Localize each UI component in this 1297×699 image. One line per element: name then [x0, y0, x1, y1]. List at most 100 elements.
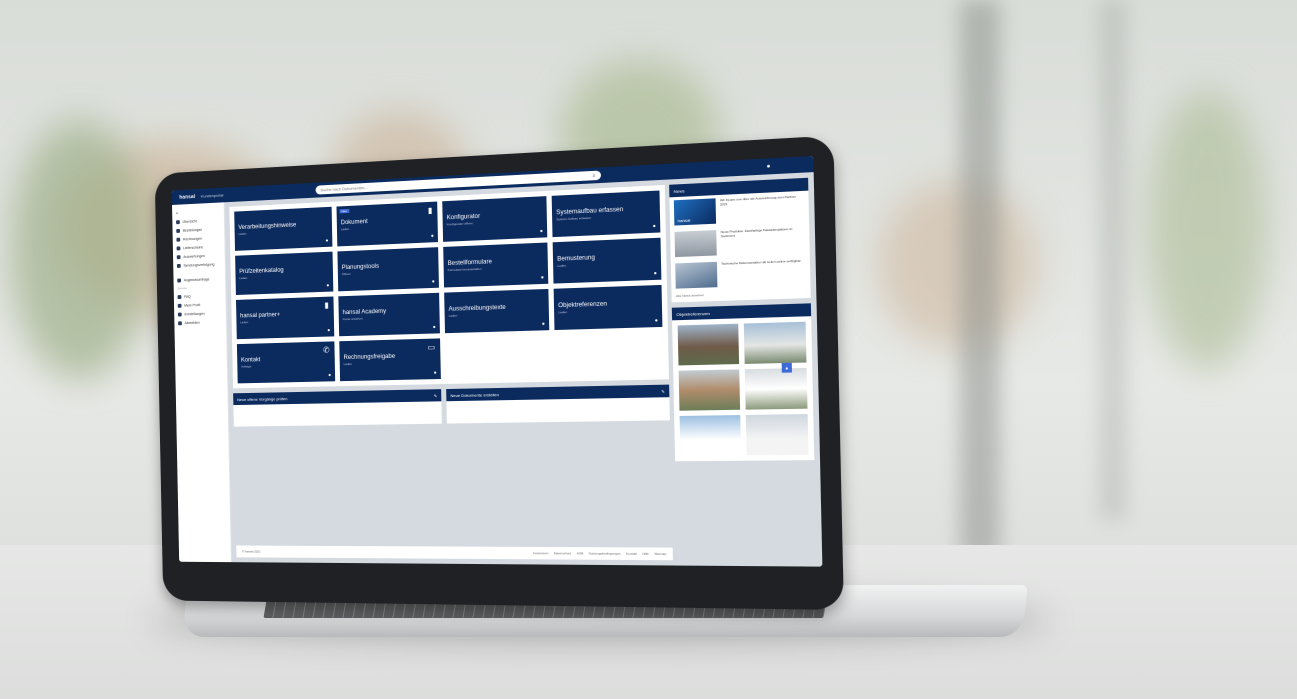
- tile-placeholder: [555, 332, 664, 376]
- cart-icon: [176, 228, 181, 233]
- download-icon: ●: [327, 327, 331, 334]
- download-icon: ●: [652, 223, 656, 230]
- download-icon: ●: [539, 228, 544, 235]
- news-image: [673, 198, 717, 226]
- tile[interactable]: ✆ Kontakt Anfrage ●: [236, 341, 336, 384]
- bg-plant: [10, 120, 150, 380]
- footer-link[interactable]: Impressum: [533, 551, 549, 555]
- sidebar-item-label: Abmelden: [184, 320, 200, 325]
- download-icon: ●: [654, 317, 659, 325]
- logout-icon: [178, 320, 182, 325]
- new-badge: Neu: [339, 208, 349, 214]
- references-panel: Objektreferenzen: [671, 303, 815, 462]
- tile[interactable]: ▭ Rechnungsfreigabe Laden ●: [339, 338, 441, 382]
- sidebar-item-label: FAQ: [184, 294, 191, 299]
- tile[interactable]: Planungstools Öffnen ●: [337, 247, 439, 292]
- download-icon: ●: [328, 372, 332, 379]
- document-icon: ▮: [427, 205, 433, 216]
- laptop-lid: hansal Kundenportal ⌕ ● ≡ Übersicht Best…: [154, 135, 844, 610]
- news-item[interactable]: Technische Dokumentation ab sofort onlin…: [671, 255, 811, 292]
- sidebar-section-label: Service: [177, 286, 187, 291]
- question-icon: [177, 294, 182, 299]
- search-icon[interactable]: ⌕: [592, 172, 595, 178]
- footer-link[interactable]: Hilfe: [642, 552, 649, 556]
- tile[interactable]: Objektreferenzen Laden ●: [553, 284, 663, 331]
- download-icon: ●: [326, 282, 330, 289]
- widget-title: Neue Dokumente erstellen: [450, 391, 499, 398]
- brand-subtitle: Kundenportal: [200, 192, 224, 199]
- download-icon: ●: [432, 324, 436, 331]
- tile-grid: Verarbeitungshinweise Laden ● Neu ▮ Dokument…: [229, 184, 669, 389]
- main-content: Verarbeitungshinweise Laden ● Neu ▮ Dokument…: [224, 172, 823, 567]
- sidebar-item-label: Bestellungen: [182, 227, 203, 233]
- sidebar-item-label: Übersicht: [182, 218, 197, 224]
- tile-subtitle: Anfrage: [241, 364, 252, 369]
- laptop-screen: hansal Kundenportal ⌕ ● ≡ Übersicht Best…: [171, 155, 823, 567]
- reference-image[interactable]: [679, 415, 742, 456]
- download-icon: ●: [540, 274, 545, 281]
- document-icon: [176, 237, 181, 242]
- news-panel: News Wir freuen uns über die Auszeichnun…: [669, 177, 811, 303]
- sidebar-item-label: Einstellungen: [184, 311, 205, 316]
- tile[interactable]: Ausschreibungstexte Laden ●: [444, 288, 550, 334]
- phone-icon: ✆: [322, 345, 330, 355]
- tile[interactable]: Prüfzeitenkatalog Laden ●: [235, 251, 334, 296]
- brand-logo[interactable]: hansal: [179, 194, 195, 201]
- reference-image[interactable]: [743, 321, 807, 364]
- news-image: [674, 230, 717, 258]
- download-icon: ●: [430, 233, 434, 240]
- tile[interactable]: hansal Academy Kurse ansehen ●: [338, 292, 440, 337]
- footer-link[interactable]: Datenschutz: [554, 551, 572, 555]
- widget-new-documents: Neue Dokumente erstellen ✎: [446, 384, 670, 424]
- tile[interactable]: Bestellformulare Formulare herunterladen ●: [443, 242, 549, 288]
- sidebar-item-label: Sendungsverfolgung: [183, 262, 215, 268]
- bg-pillar: [1100, 0, 1126, 520]
- reference-image[interactable]: [745, 414, 809, 456]
- widget-body: [233, 401, 441, 426]
- tile-placeholder: [445, 335, 550, 379]
- bg-pillar: [960, 0, 1000, 560]
- sidebar-item-logout[interactable]: Abmelden: [178, 317, 222, 327]
- tile[interactable]: Neu ▮ Dokument Laden ●: [336, 201, 439, 247]
- bell-icon[interactable]: ●: [766, 163, 770, 170]
- scroll-up-icon[interactable]: ▴: [781, 362, 792, 373]
- truck-icon: [176, 263, 181, 268]
- invoice-icon: ▭: [427, 342, 436, 352]
- bg-blur: [877, 180, 1037, 350]
- news-text: Technische Dokumentation ab sofort onlin…: [721, 258, 801, 266]
- news-image: [675, 261, 718, 289]
- footer-link[interactable]: Sitemap: [654, 552, 666, 556]
- document-icon: ▮: [324, 300, 329, 310]
- sidebar-item-quote-request[interactable]: Angebotsanfrage: [177, 274, 221, 284]
- tile[interactable]: Bemusterung Laden ●: [552, 237, 662, 284]
- sidebar: ≡ Übersicht Bestellungen Rechnungen Lief…: [172, 202, 232, 563]
- news-text: Wir freuen uns über die Auszeichnung zum…: [719, 194, 796, 207]
- request-icon: [177, 278, 182, 283]
- copyright: © hansal 2021: [242, 549, 261, 554]
- widget-title: Neue offene Vorgänge prüfen: [237, 395, 288, 402]
- edit-icon[interactable]: ✎: [434, 393, 438, 398]
- download-icon: ●: [541, 321, 545, 328]
- download-icon: ●: [431, 278, 435, 285]
- chart-icon: [176, 254, 181, 259]
- reference-image[interactable]: [677, 323, 740, 366]
- tile[interactable]: Systemaufbau erfassen System-Aufbau erfas…: [551, 190, 661, 238]
- reference-image[interactable]: [744, 367, 808, 410]
- widget-body: [446, 397, 669, 423]
- tile[interactable]: ▮ hansal partner+ Laden ●: [236, 296, 335, 340]
- footer-link[interactable]: Nutzungsbedingungen: [589, 551, 621, 555]
- tile[interactable]: Konfigurator Konfigurator öffnen ●: [442, 196, 548, 242]
- sidebar-item-label: Mein Profil: [184, 302, 201, 308]
- sidebar-item-label: Rechnungen: [182, 236, 203, 241]
- tile[interactable]: Verarbeitungshinweise Laden ●: [234, 206, 333, 251]
- news-text: Neue Produkte: Zweifarbige Fassadenplatt…: [720, 226, 793, 239]
- footer-link[interactable]: AGB: [577, 551, 584, 555]
- download-icon: ●: [653, 270, 657, 277]
- reference-image[interactable]: [678, 369, 741, 411]
- footer-link[interactable]: Kontakt: [626, 552, 637, 556]
- sidebar-item-label: Auswertungen: [183, 253, 205, 259]
- folder-icon: [176, 245, 181, 250]
- edit-icon[interactable]: ✎: [661, 388, 665, 393]
- news-item[interactable]: Neue Produkte: Zweifarbige Fassadenplatt…: [670, 223, 810, 261]
- sidebar-item-label: Lieferscheine: [183, 244, 204, 250]
